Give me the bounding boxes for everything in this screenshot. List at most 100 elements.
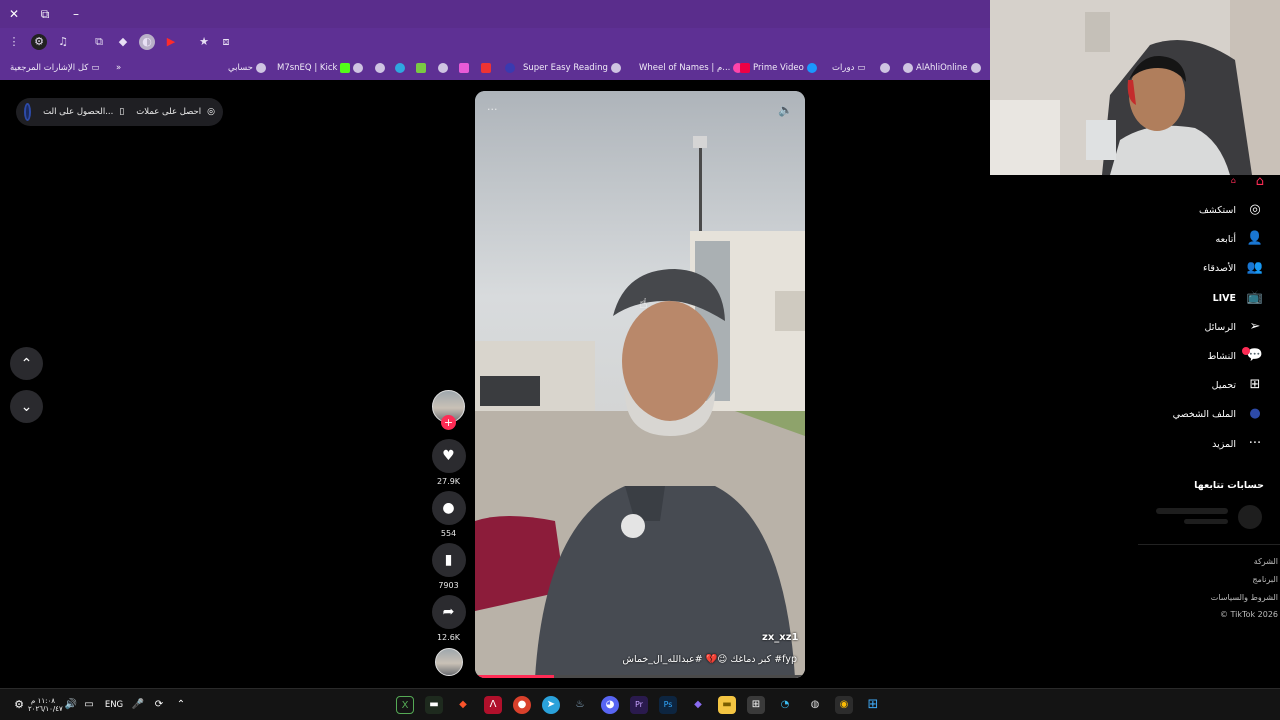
photoshop-app-icon[interactable]: Ps [659,696,677,714]
menu-kebab-icon[interactable]: ⋮ [6,34,22,50]
sidebar-item-label: المزيد [1212,438,1236,450]
sidebar-item-following[interactable]: أتابعه 👤 [1216,229,1265,249]
bookmark-item[interactable]: M7snEQ | Kick [277,61,351,75]
bookmark-item[interactable] [375,61,385,75]
sync-tray-icon[interactable]: ⟳ [152,697,166,713]
sound-avatar [434,648,463,676]
home-icon[interactable]: ⌂ [1256,174,1264,189]
bookmark-label: حسابي [228,63,253,73]
next-video-button[interactable]: ⌄ [10,390,43,423]
get-coins-link[interactable]: احصل على عملات [136,107,201,117]
media-control-icon[interactable]: ♫ [55,34,71,50]
terminal-app-icon[interactable]: ▬ [425,696,443,714]
user-follow-icon: 👤 [1246,231,1264,246]
sidebar-item-live[interactable]: LIVE 📺 [1213,288,1264,308]
app-icon-red[interactable]: ● [513,696,531,714]
sidebar-item-label: LIVE [1212,292,1236,304]
sound-avatar-button[interactable] [431,648,466,676]
minimize-window-button[interactable]: – [66,4,86,24]
save-button[interactable]: ▮ [431,543,466,577]
video-player[interactable]: ··· 🔈 ☝ zx_xz1 كبر دماغك 😉💔 #عبدالله_ال_… [475,91,805,678]
profile-avatar-icon: ● [1249,406,1261,421]
bookmark-item[interactable]: Prime Video [740,61,817,75]
profile-extension-icon[interactable]: ◐ [139,34,155,50]
chrome-app-icon[interactable]: ◉ [835,696,853,714]
microphone-tray-icon[interactable]: 🎤 [131,697,145,713]
comment-count: 554 [440,529,457,538]
get-app-link[interactable]: الحصول على الت... [43,107,113,117]
bookmark-label: AlAhliOnline [916,63,968,73]
extension-icon[interactable]: ⚙ [31,34,47,50]
sidebar-item-activity[interactable]: النشاط 💬 [1207,346,1264,366]
more-options-icon[interactable]: ··· [487,103,498,116]
previous-video-button[interactable]: ⌃ [10,347,43,380]
video-author[interactable]: zx_xz1 [762,632,799,643]
webcam-person-image [990,0,1280,175]
follow-plus-icon[interactable]: + [441,415,456,430]
sidebar-item-more[interactable]: المزيد ··· [1212,434,1264,454]
clock[interactable]: ١١:٠٨ م ٢٠٢٦/١٠/٤٧ [28,697,63,713]
footer-link-terms[interactable]: الشروط والسياسات [1211,593,1278,602]
screenshot-icon[interactable]: ⧈ [218,34,234,50]
bookmarks-overflow-icon[interactable]: » [116,61,121,75]
volume-tray-icon[interactable]: 🔊 [64,697,78,713]
network-tray-icon[interactable]: ▭ [82,697,96,713]
discord-app-icon[interactable]: ◕ [601,696,619,714]
share-button[interactable]: ➦ [431,595,466,629]
bookmark-item[interactable] [353,61,363,75]
bookmark-item[interactable]: حسابي [228,61,266,75]
sidebar-item-profile[interactable]: الملف الشخصي ● [1173,404,1264,424]
all-bookmarks-folder[interactable]: كل الإشارات المرجعية ▭ [10,61,99,75]
video-progress-bar[interactable] [475,675,805,678]
sidebar-item-explore[interactable]: استكشف ◎ [1199,200,1264,220]
bookmark-item[interactable]: Wheel of Names | م... [639,61,744,75]
close-window-button[interactable]: ✕ [4,4,24,24]
globe-icon [353,63,363,73]
sidebar-item-friends[interactable]: الأصدقاء 👥 [1203,258,1264,278]
home-label-icon: ⌂ [1230,176,1236,185]
bookmark-item[interactable] [438,61,448,75]
brave-app-icon[interactable]: ◆ [454,696,472,714]
bookmark-item[interactable] [459,61,469,75]
bookmark-item[interactable]: AlAhliOnline [903,61,981,75]
steam-app-icon[interactable]: ♨ [571,696,589,714]
bookmark-item[interactable] [481,61,491,75]
bookmark-item[interactable]: Super Easy Reading [523,61,621,75]
bookmark-item[interactable] [505,61,515,75]
extensions-puzzle-icon[interactable]: ⧉ [91,34,107,50]
following-name-placeholder [1156,508,1228,514]
premiere-app-icon[interactable]: Pr [630,696,648,714]
app-icon-a[interactable]: Λ [484,696,502,714]
browser-toolbar: ⋮ ⚙ ♫ ⧉ ◆ ◐ ▶ ★ ⧈ [0,28,990,55]
bookmark-item[interactable]: دورات ▭ [832,61,865,75]
comment-button[interactable]: ● [431,491,466,525]
excel-app-icon[interactable]: X [396,696,414,714]
bookmark-star-icon[interactable]: ★ [196,34,212,50]
footer-link-program[interactable]: البرنامج [1252,575,1278,584]
file-explorer-app-icon[interactable]: ▬ [718,696,736,714]
like-button[interactable]: ♥ [431,439,466,473]
footer-link-company[interactable]: الشركة [1254,557,1278,566]
shield-extension-icon[interactable]: ◆ [115,34,131,50]
edge-app-icon[interactable]: ◔ [776,696,794,714]
phone-icon: ▯ [119,107,125,117]
sidebar-item-messages[interactable]: الرسائل ➢ [1205,317,1264,337]
youtube-extension-icon[interactable]: ▶ [163,34,179,50]
bookmark-item[interactable] [416,61,426,75]
volume-icon[interactable]: 🔈 [778,103,793,117]
store-app-icon[interactable]: ⊞ [747,696,765,714]
restore-window-button[interactable]: ⧉ [35,4,55,24]
bookmark-item[interactable] [880,61,890,75]
bookmark-item[interactable] [395,61,405,75]
account-logo-icon[interactable] [24,103,32,121]
windows-start-icon[interactable]: ⊞ [864,696,882,714]
creator-avatar-button[interactable]: + [431,390,466,430]
sidebar-item-upload[interactable]: تحميل ⊞ [1212,375,1264,395]
app-icon-circle[interactable]: ◍ [806,696,824,714]
clock-time: ١١:٠٨ م [31,697,55,705]
telegram-app-icon[interactable]: ➤ [542,696,560,714]
language-indicator[interactable]: ENG [102,697,126,713]
settings-tray-icon[interactable]: ⚙ [12,697,26,713]
editor-app-icon[interactable]: ◆ [689,696,707,714]
show-hidden-icons-chevron-up-icon[interactable]: ⌃ [174,697,188,713]
